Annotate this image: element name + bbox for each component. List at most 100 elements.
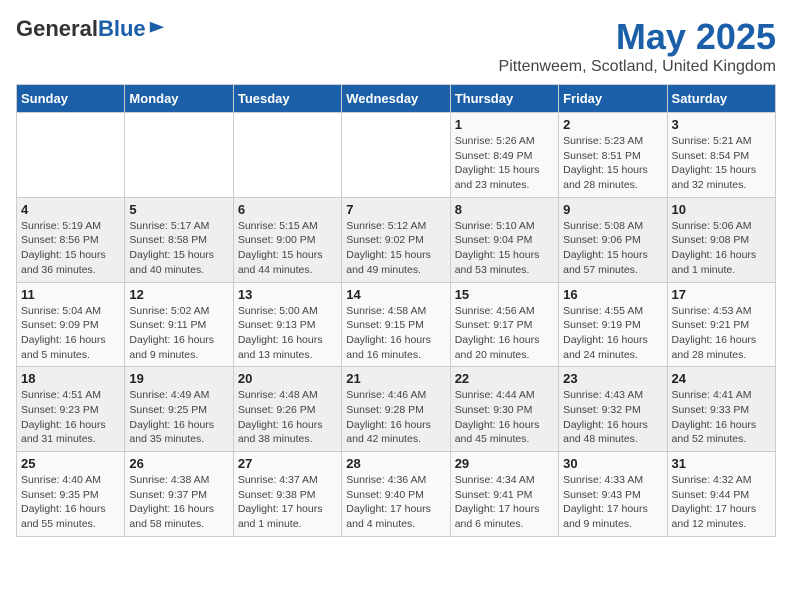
- day-number: 13: [238, 287, 337, 302]
- calendar-day-cell: 31 Sunrise: 4:32 AM Sunset: 9:44 PM Dayli…: [667, 452, 775, 537]
- calendar-day-cell: 25 Sunrise: 4:40 AM Sunset: 9:35 PM Dayli…: [17, 452, 125, 537]
- calendar-day-cell: 22 Sunrise: 4:44 AM Sunset: 9:30 PM Dayli…: [450, 367, 558, 452]
- day-info: Sunrise: 4:51 AM Sunset: 9:23 PM Dayligh…: [21, 388, 120, 447]
- day-info: Sunrise: 5:19 AM Sunset: 8:56 PM Dayligh…: [21, 219, 120, 278]
- day-number: 21: [346, 371, 445, 386]
- calendar-day-cell: 20Sunrise: 4:48 AM Sunset: 9:26 PM Dayli…: [233, 367, 341, 452]
- day-number: 25: [21, 456, 120, 471]
- day-number: 4: [21, 202, 120, 217]
- day-number: 29: [455, 456, 554, 471]
- day-number: 5: [129, 202, 228, 217]
- calendar-day-cell: 21Sunrise: 4:46 AM Sunset: 9:28 PM Dayli…: [342, 367, 450, 452]
- day-info: Sunrise: 4:41 AM Sunset: 9:33 PM Dayligh…: [672, 388, 771, 447]
- calendar-day-cell: 26 Sunrise: 4:38 AM Sunset: 9:37 PM Dayli…: [125, 452, 233, 537]
- day-number: 19: [129, 371, 228, 386]
- day-number: 26: [129, 456, 228, 471]
- weekday-header: Tuesday: [233, 85, 341, 113]
- weekday-header: Wednesday: [342, 85, 450, 113]
- day-info: Sunrise: 4:43 AM Sunset: 9:32 PM Dayligh…: [563, 388, 662, 447]
- day-number: 24: [672, 371, 771, 386]
- day-number: 10: [672, 202, 771, 217]
- day-info: Sunrise: 4:53 AM Sunset: 9:21 PM Dayligh…: [672, 304, 771, 363]
- day-number: 9: [563, 202, 662, 217]
- calendar-week-row: 4 Sunrise: 5:19 AM Sunset: 8:56 PM Daylig…: [17, 197, 776, 282]
- day-number: 23: [563, 371, 662, 386]
- day-number: 28: [346, 456, 445, 471]
- day-info: Sunrise: 5:23 AM Sunset: 8:51 PM Dayligh…: [563, 134, 662, 193]
- day-info: Sunrise: 5:12 AM Sunset: 9:02 PM Dayligh…: [346, 219, 445, 278]
- calendar-day-cell: 16 Sunrise: 4:55 AM Sunset: 9:19 PM Dayli…: [559, 282, 667, 367]
- day-number: 30: [563, 456, 662, 471]
- weekday-header: Saturday: [667, 85, 775, 113]
- day-info: Sunrise: 5:08 AM Sunset: 9:06 PM Dayligh…: [563, 219, 662, 278]
- day-number: 1: [455, 117, 554, 132]
- day-info: Sunrise: 4:38 AM Sunset: 9:37 PM Dayligh…: [129, 473, 228, 532]
- day-info: Sunrise: 5:04 AM Sunset: 9:09 PM Dayligh…: [21, 304, 120, 363]
- calendar-day-cell: 29Sunrise: 4:34 AM Sunset: 9:41 PM Dayli…: [450, 452, 558, 537]
- calendar-day-cell: 28 Sunrise: 4:36 AM Sunset: 9:40 PM Dayli…: [342, 452, 450, 537]
- day-info: Sunrise: 4:40 AM Sunset: 9:35 PM Dayligh…: [21, 473, 120, 532]
- day-number: 22: [455, 371, 554, 386]
- page-header: GeneralBlue May 2025 Pittenweem, Scotlan…: [16, 16, 776, 76]
- calendar-day-cell: 23 Sunrise: 4:43 AM Sunset: 9:32 PM Dayli…: [559, 367, 667, 452]
- calendar-day-cell: 3Sunrise: 5:21 AM Sunset: 8:54 PM Daylig…: [667, 113, 775, 198]
- calendar-week-row: 11 Sunrise: 5:04 AM Sunset: 9:09 PM Dayli…: [17, 282, 776, 367]
- day-number: 3: [672, 117, 771, 132]
- day-number: 20: [238, 371, 337, 386]
- day-number: 11: [21, 287, 120, 302]
- calendar-day-cell: 18 Sunrise: 4:51 AM Sunset: 9:23 PM Dayli…: [17, 367, 125, 452]
- calendar-day-cell: [342, 113, 450, 198]
- weekday-header: Thursday: [450, 85, 558, 113]
- day-info: Sunrise: 4:33 AM Sunset: 9:43 PM Dayligh…: [563, 473, 662, 532]
- day-number: 8: [455, 202, 554, 217]
- day-number: 7: [346, 202, 445, 217]
- calendar-day-cell: 24 Sunrise: 4:41 AM Sunset: 9:33 PM Dayli…: [667, 367, 775, 452]
- subtitle: Pittenweem, Scotland, United Kingdom: [499, 58, 776, 76]
- calendar-day-cell: 12 Sunrise: 5:02 AM Sunset: 9:11 PM Dayli…: [125, 282, 233, 367]
- title-area: May 2025 Pittenweem, Scotland, United Ki…: [499, 16, 776, 76]
- day-info: Sunrise: 4:37 AM Sunset: 9:38 PM Dayligh…: [238, 473, 337, 532]
- calendar-day-cell: 30 Sunrise: 4:33 AM Sunset: 9:43 PM Dayli…: [559, 452, 667, 537]
- day-info: Sunrise: 4:55 AM Sunset: 9:19 PM Dayligh…: [563, 304, 662, 363]
- logo-general-text: General: [16, 16, 98, 41]
- calendar-day-cell: 11 Sunrise: 5:04 AM Sunset: 9:09 PM Dayli…: [17, 282, 125, 367]
- day-number: 2: [563, 117, 662, 132]
- day-number: 14: [346, 287, 445, 302]
- calendar-week-row: 18 Sunrise: 4:51 AM Sunset: 9:23 PM Dayli…: [17, 367, 776, 452]
- weekday-header: Friday: [559, 85, 667, 113]
- logo-blue-text: Blue: [98, 16, 146, 41]
- calendar-day-cell: 14 Sunrise: 4:58 AM Sunset: 9:15 PM Dayli…: [342, 282, 450, 367]
- day-info: Sunrise: 5:02 AM Sunset: 9:11 PM Dayligh…: [129, 304, 228, 363]
- calendar-day-cell: [125, 113, 233, 198]
- calendar-day-cell: 5 Sunrise: 5:17 AM Sunset: 8:58 PM Daylig…: [125, 197, 233, 282]
- day-info: Sunrise: 4:44 AM Sunset: 9:30 PM Dayligh…: [455, 388, 554, 447]
- calendar-day-cell: [233, 113, 341, 198]
- day-number: 6: [238, 202, 337, 217]
- day-number: 16: [563, 287, 662, 302]
- day-info: Sunrise: 5:06 AM Sunset: 9:08 PM Dayligh…: [672, 219, 771, 278]
- calendar-day-cell: 6Sunrise: 5:15 AM Sunset: 9:00 PM Daylig…: [233, 197, 341, 282]
- day-info: Sunrise: 4:49 AM Sunset: 9:25 PM Dayligh…: [129, 388, 228, 447]
- day-info: Sunrise: 5:26 AM Sunset: 8:49 PM Dayligh…: [455, 134, 554, 193]
- day-number: 12: [129, 287, 228, 302]
- day-info: Sunrise: 4:58 AM Sunset: 9:15 PM Dayligh…: [346, 304, 445, 363]
- calendar-day-cell: 10 Sunrise: 5:06 AM Sunset: 9:08 PM Dayli…: [667, 197, 775, 282]
- day-number: 18: [21, 371, 120, 386]
- logo-flag-icon: [148, 20, 166, 38]
- calendar-day-cell: 2 Sunrise: 5:23 AM Sunset: 8:51 PM Daylig…: [559, 113, 667, 198]
- calendar-day-cell: 27 Sunrise: 4:37 AM Sunset: 9:38 PM Dayli…: [233, 452, 341, 537]
- day-number: 31: [672, 456, 771, 471]
- calendar-day-cell: 4 Sunrise: 5:19 AM Sunset: 8:56 PM Daylig…: [17, 197, 125, 282]
- day-info: Sunrise: 5:10 AM Sunset: 9:04 PM Dayligh…: [455, 219, 554, 278]
- day-number: 27: [238, 456, 337, 471]
- calendar-day-cell: 13Sunrise: 5:00 AM Sunset: 9:13 PM Dayli…: [233, 282, 341, 367]
- calendar-day-cell: 15Sunrise: 4:56 AM Sunset: 9:17 PM Dayli…: [450, 282, 558, 367]
- day-info: Sunrise: 5:17 AM Sunset: 8:58 PM Dayligh…: [129, 219, 228, 278]
- calendar-day-cell: 1 Sunrise: 5:26 AM Sunset: 8:49 PM Daylig…: [450, 113, 558, 198]
- calendar-day-cell: 7 Sunrise: 5:12 AM Sunset: 9:02 PM Daylig…: [342, 197, 450, 282]
- weekday-header: Monday: [125, 85, 233, 113]
- calendar-week-row: 1 Sunrise: 5:26 AM Sunset: 8:49 PM Daylig…: [17, 113, 776, 198]
- day-info: Sunrise: 4:32 AM Sunset: 9:44 PM Dayligh…: [672, 473, 771, 532]
- day-info: Sunrise: 4:36 AM Sunset: 9:40 PM Dayligh…: [346, 473, 445, 532]
- calendar-day-cell: 9 Sunrise: 5:08 AM Sunset: 9:06 PM Daylig…: [559, 197, 667, 282]
